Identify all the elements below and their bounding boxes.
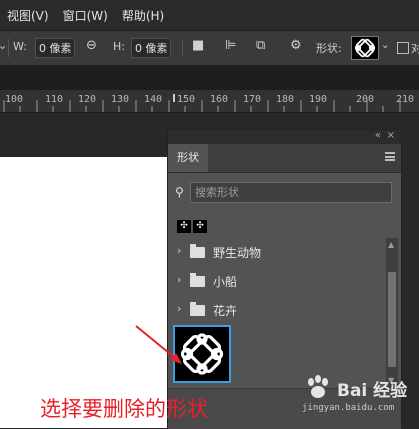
ruler-tick-label: 190 [309,94,328,105]
menu-bar: 视图(V) 窗口(W) 帮助(H) [0,0,419,30]
divider [8,39,9,57]
recent-shape-icon[interactable]: ✣ [193,220,207,233]
baidu-watermark: Bai 经验 jingyan.baidu.com [300,372,410,422]
folder-icon [190,273,205,287]
options-bar: ⌄ W: 0 像素 ⊖ H: 0 像素 ■ ⊫ ⧉ ⚙ 形状: ⌄ 对 [0,30,419,66]
group-wild-animals[interactable]: › 野生动物 [175,238,382,266]
panel-tabs: 形状 [168,144,401,173]
recent-shape-icon[interactable]: ✣ [177,220,191,233]
panel-scrollbar[interactable]: ▲ ▼ [386,238,398,388]
horizontal-ruler: 100 110 120 130 140 150 160 170 180 190 … [0,90,419,113]
ruler-tick-label: 180 [276,94,295,105]
scroll-thumb[interactable] [388,272,396,367]
panel-menu-icon[interactable] [385,152,395,161]
annotation-text: 选择要删除的形状 [40,397,208,421]
tab-shapes[interactable]: 形状 [168,144,208,172]
ruler-tick-label: 130 [111,94,130,105]
height-label: H: [113,40,125,53]
shape-label: 形状: [316,42,342,55]
group-boats[interactable]: › 小船 [175,267,382,295]
width-label: W: [13,40,27,53]
height-field[interactable]: 0 像素 [131,38,171,58]
path-operations-icon[interactable]: ■ [192,38,204,53]
paw-logo-icon [308,375,328,398]
ruler-tick-label: 100 [5,94,24,105]
ruler-tick-label: 120 [78,94,97,105]
folder-icon [190,302,205,316]
width-field[interactable]: 0 像素 [35,38,75,58]
watermark-url: jingyan.baidu.com [302,403,395,413]
collapse-panel-icon[interactable]: « [375,130,381,141]
checkbox-label: 对 [411,42,419,55]
ruler-tick-label: 210 [396,94,415,105]
panel-title-bar: « × [168,130,401,144]
align-edges-checkbox[interactable] [397,42,409,54]
chevron-down-icon[interactable]: ⌄ [0,39,7,52]
watermark-logo-text: Bai 经验 [337,381,408,401]
menu-view[interactable]: 视图(V) [0,7,56,24]
chevron-right-icon[interactable]: › [177,273,181,286]
gear-icon[interactable]: ⚙ [290,38,302,53]
scroll-up-icon[interactable]: ▲ [388,240,394,249]
group-label: 花卉 [213,304,238,318]
search-input[interactable]: 搜索形状 [190,182,392,203]
document-tab-strip [0,66,419,90]
ruler-tick-label: 110 [45,94,64,105]
menu-window[interactable]: 窗口(W) [56,7,115,24]
ruler-tick-label: 140 [144,94,163,105]
chevron-right-icon[interactable]: › [177,302,181,315]
search-icon: ⚲ [175,185,184,199]
ruler-tick-label: 200 [356,94,375,105]
endless-knot-icon [354,38,376,58]
divider [182,39,183,57]
recent-shapes: ✣ ✣ [177,213,209,233]
ruler-tick-label: 170 [243,94,262,105]
group-flowers[interactable]: › 花卉 [175,296,382,324]
group-label: 野生动物 [213,246,262,260]
menu-help[interactable]: 帮助(H) [115,7,171,24]
path-alignment-icon[interactable]: ⊫ [225,38,236,53]
annotation-arrow [135,325,182,364]
ruler-tick-label: 150 [177,94,196,105]
chevron-down-icon[interactable]: ⌄ [381,40,389,51]
document-canvas[interactable] [0,157,172,428]
group-label: 小船 [213,275,238,289]
close-panel-icon[interactable]: × [387,130,395,141]
path-arrangement-icon[interactable]: ⧉ [256,38,265,53]
folder-icon [190,244,205,258]
ruler-tick-label: 160 [210,94,229,105]
link-icon[interactable]: ⊖ [86,38,97,53]
shape-picker[interactable] [351,36,379,60]
chevron-right-icon[interactable]: › [177,244,181,257]
